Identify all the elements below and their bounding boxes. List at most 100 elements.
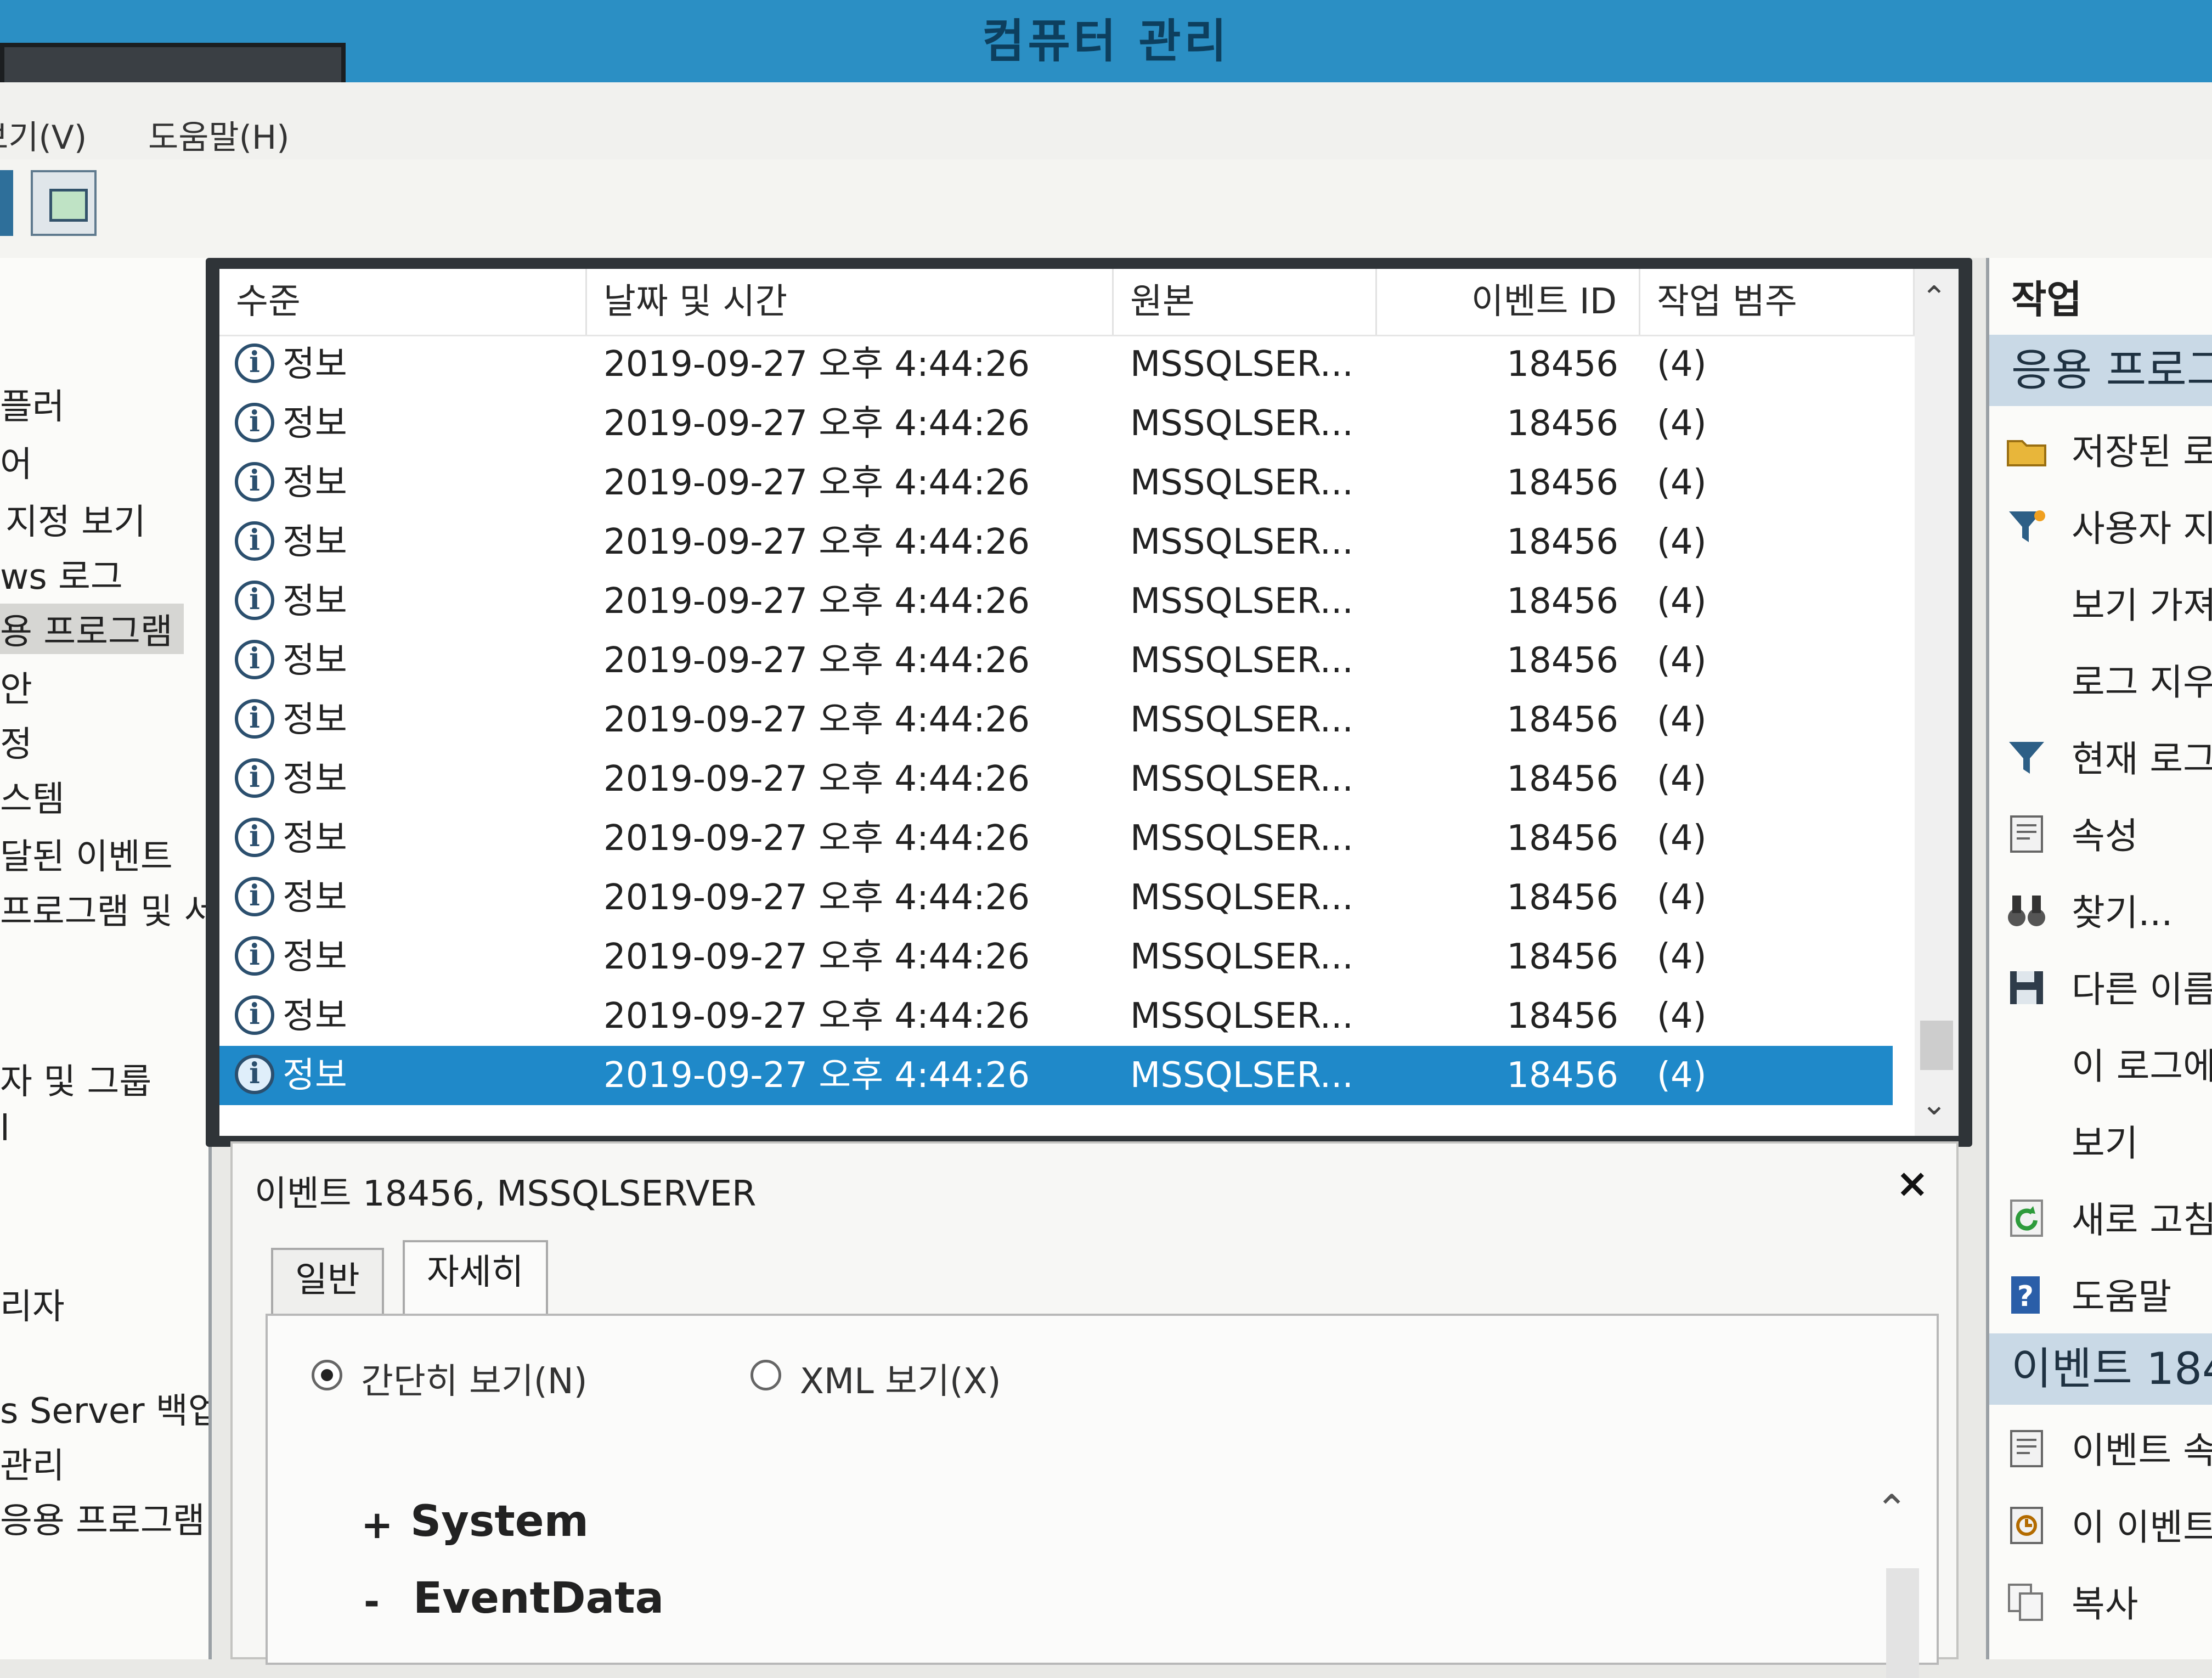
tree-item-custom-views[interactable]: 지정 보기 [5, 494, 146, 544]
event-list[interactable]: 수준 날짜 및 시간 원본 이벤트 ID 작업 범주 i 정보 2019-09-27… [219, 269, 1959, 1136]
table-row[interactable]: i 정보 2019-09-27 오후 4:44:26 MSSQLSER... 18456… [219, 927, 1893, 987]
action-label: 보기 [2072, 1122, 2138, 1164]
action-item[interactable]: 저장된 로 [1989, 417, 2212, 483]
friendly-view-radio[interactable] [312, 1360, 342, 1390]
column-header-datetime[interactable]: 날짜 및 시간 [587, 269, 1114, 335]
expand-system-icon[interactable]: + [361, 1502, 393, 1547]
scroll-down-icon[interactable]: ⌄ [1921, 1086, 1947, 1122]
event-id-cell: 18456 [1506, 937, 1618, 977]
table-row[interactable]: i 정보 2019-09-27 오후 4:44:26 MSSQLSER... 18456… [219, 513, 1893, 572]
table-row[interactable]: i 정보 2019-09-27 오후 4:44:26 MSSQLSER... 18456… [219, 690, 1893, 750]
table-row[interactable]: i 정보 2019-09-27 오후 4:44:26 MSSQLSER... 18456… [219, 572, 1893, 631]
source-cell: MSSQLSER... [1130, 877, 1353, 918]
column-header-event-id[interactable]: 이벤트 ID [1377, 269, 1640, 335]
action-item[interactable]: 보기 [1989, 1108, 2212, 1174]
table-row[interactable]: i 정보 2019-09-27 오후 4:44:26 MSSQLSER... 18456… [219, 453, 1893, 513]
datetime-cell: 2019-09-27 오후 4:44:26 [603, 818, 1030, 859]
event-list-scrollbar[interactable]: ⌃ ⌄ [1915, 269, 1959, 1136]
column-header-level[interactable]: 수준 [219, 269, 587, 335]
event-id-cell: 18456 [1506, 700, 1618, 740]
actions-group-event[interactable]: 이벤트 1845 [1989, 1333, 2212, 1405]
table-row[interactable]: i 정보 2019-09-27 오후 4:44:26 MSSQLSER... 18456… [219, 394, 1893, 453]
xml-view-radio[interactable] [751, 1360, 781, 1390]
level-cell: 정보 [283, 344, 347, 385]
action-item[interactable]: 새로 고침 [1989, 1185, 2212, 1251]
tree-item-server-backup[interactable]: s Server 백업 [0, 1383, 208, 1433]
action-label: 이 이벤트 [2072, 1506, 2212, 1549]
xml-view-label[interactable]: XML 보기(X) [800, 1353, 1001, 1404]
table-row[interactable]: i 정보 2019-09-27 오후 4:44:26 MSSQLSER... 18456… [219, 987, 1893, 1046]
column-header-task-category[interactable]: 작업 범주 [1640, 269, 1915, 335]
show-action-pane-button[interactable] [31, 170, 97, 236]
datetime-cell: 2019-09-27 오후 4:44:26 [603, 463, 1030, 503]
source-cell: MSSQLSER... [1130, 996, 1353, 1037]
scroll-up-icon[interactable]: ⌃ [1921, 280, 1947, 316]
menu-view[interactable]: 보기(V) [0, 111, 87, 159]
action-label: 이 로그에 [2072, 1045, 2212, 1088]
table-row[interactable]: i 정보 2019-09-27 오후 4:44:26 MSSQLSER... 18456… [219, 335, 1893, 394]
action-item[interactable]: 복사 [1989, 1569, 2212, 1635]
event-id-cell: 18456 [1506, 522, 1618, 562]
actions-group-application[interactable]: 응용 프로그 [1989, 335, 2212, 406]
source-cell: MSSQLSER... [1130, 1055, 1353, 1096]
tree-item-application[interactable]: 용 프로그램 [0, 604, 184, 654]
actions-pane: 작업 응용 프로그 저장된 로 사용자 지 보기 가져 로그 지우 현재 로그 속성 찾기.… [1986, 258, 2212, 1659]
tree-item-device-manager[interactable]: 리자 [0, 1279, 65, 1329]
action-item[interactable]: 현재 로그 [1989, 724, 2212, 790]
table-row-selected[interactable]: i 정보 2019-09-27 오후 4:44:26 MSSQLSER... 18456… [219, 1046, 1893, 1105]
close-icon[interactable]: × [1896, 1160, 1929, 1206]
collapse-eventdata-icon[interactable]: - [364, 1579, 380, 1624]
tree-item[interactable]: 플러 [0, 379, 65, 429]
task-category-cell: (4) [1657, 1055, 1707, 1096]
action-label: 새로 고침 [2072, 1199, 2212, 1241]
system-node[interactable]: System [410, 1497, 589, 1546]
tree-item-management[interactable]: 관리 [0, 1438, 65, 1488]
action-item[interactable]: 다른 이름 [1989, 955, 2212, 1021]
datetime-cell: 2019-09-27 오후 4:44:26 [603, 877, 1030, 918]
scroll-thumb[interactable] [1920, 1021, 1953, 1070]
action-item[interactable]: ? 도움말 [1989, 1262, 2212, 1328]
tree-item-users-groups[interactable]: 자 및 그룹 [0, 1054, 151, 1104]
action-label: 찾기... [2072, 892, 2173, 934]
table-row[interactable]: i 정보 2019-09-27 오후 4:44:26 MSSQLSER... 18456… [219, 750, 1893, 809]
tree-item-setup[interactable]: 정 [0, 716, 32, 767]
action-label: 도움말 [2072, 1276, 2172, 1318]
table-row[interactable]: i 정보 2019-09-27 오후 4:44:26 MSSQLSER... 18456… [219, 631, 1893, 690]
action-item[interactable]: 속성 [1989, 801, 2212, 867]
event-id-cell: 18456 [1506, 581, 1618, 622]
eventdata-node[interactable]: EventData [413, 1574, 664, 1623]
detail-scrollbar[interactable] [1886, 1568, 1919, 1678]
task-category-cell: (4) [1657, 996, 1707, 1037]
detail-scroll-up-icon[interactable]: ⌃ [1875, 1486, 1908, 1532]
datetime-cell: 2019-09-27 오후 4:44:26 [603, 581, 1030, 622]
task-category-cell: (4) [1657, 403, 1707, 444]
tree-item-windows-logs[interactable]: ws 로그 [0, 549, 123, 599]
tree-item-apps-services[interactable]: 프로그램 및 서 [0, 883, 208, 934]
table-row[interactable]: i 정보 2019-09-27 오후 4:44:26 MSSQLSER... 18456… [219, 868, 1893, 927]
tree-item[interactable]: l [0, 1108, 10, 1149]
tab-general[interactable]: 일반 [271, 1248, 384, 1316]
table-row[interactable]: i 정보 2019-09-27 오후 4:44:26 MSSQLSER... 18456… [219, 809, 1893, 868]
action-item[interactable]: 보기 가져 [1989, 571, 2212, 637]
event-id-cell: 18456 [1506, 403, 1618, 444]
tree-item[interactable]: 어 [0, 436, 32, 487]
column-header-source[interactable]: 원본 [1114, 269, 1377, 335]
friendly-view-label[interactable]: 간단히 보기(N) [361, 1353, 588, 1404]
level-cell: 정보 [283, 877, 347, 918]
action-item[interactable]: 이 로그에 [1989, 1032, 2212, 1097]
action-item[interactable]: 이벤트 속 [1989, 1416, 2212, 1482]
action-item[interactable]: 찾기... [1989, 878, 2212, 944]
tree-item-system[interactable]: 스템 [0, 771, 65, 821]
menu-bar: 보기(V) 도움말(H) [0, 82, 2212, 161]
action-item[interactable]: 로그 지우 [1989, 647, 2212, 713]
tab-details[interactable]: 자세히 [403, 1240, 548, 1316]
tree-item-forwarded-events[interactable]: 달된 이벤트 [0, 829, 173, 879]
task-category-cell: (4) [1657, 877, 1707, 918]
info-icon: i [235, 818, 274, 857]
toolbar-button-partial[interactable] [0, 170, 13, 236]
tree-item-applications[interactable]: 응용 프로그램 [0, 1493, 205, 1543]
action-item[interactable]: 이 이벤트 [1989, 1493, 2212, 1558]
action-item[interactable]: 사용자 지 [1989, 494, 2212, 560]
tree-item-security[interactable]: 안 [0, 661, 32, 712]
menu-help[interactable]: 도움말(H) [148, 111, 290, 159]
